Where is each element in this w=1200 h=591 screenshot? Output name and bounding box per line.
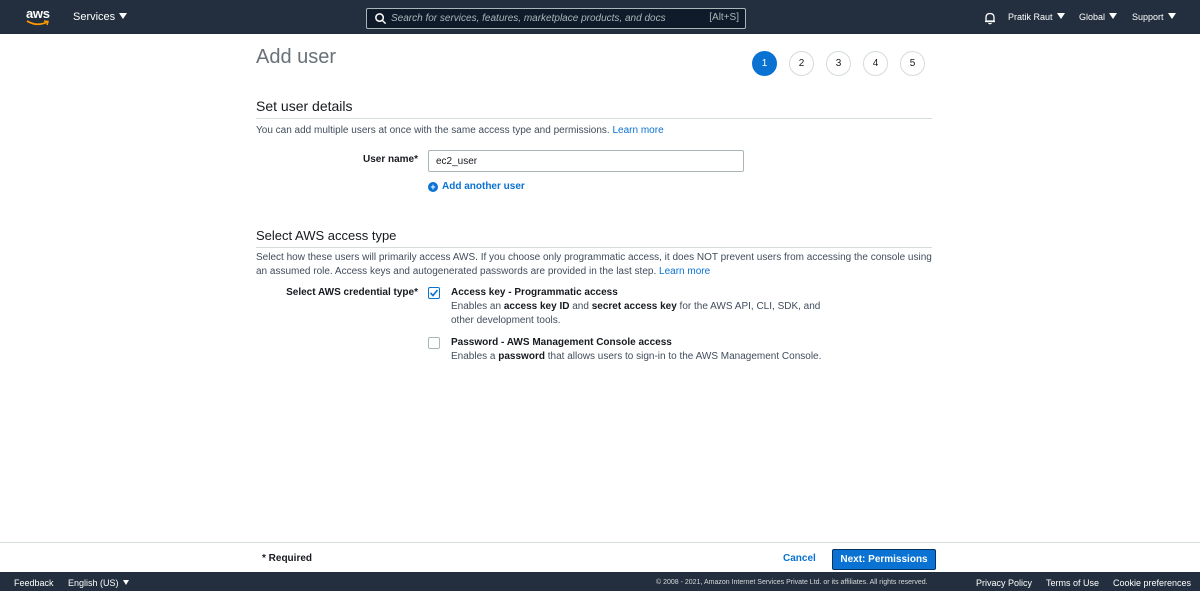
learn-more-link[interactable]: Learn more (659, 266, 710, 277)
learn-more-link[interactable]: Learn more (613, 125, 664, 136)
access-type-description-text: Select how these users will primarily ac… (256, 252, 932, 277)
aws-logo-text: aws (26, 6, 50, 21)
account-name: Pratik Raut (1008, 12, 1053, 22)
access-key-checkbox[interactable] (428, 287, 440, 299)
section-heading-user-details: Set user details (256, 98, 932, 119)
user-details-description-text: You can add multiple users at once with … (256, 125, 610, 136)
language-selector[interactable]: English (US) (68, 578, 129, 588)
chevron-down-icon (1167, 13, 1176, 19)
add-another-user-button[interactable]: + Add another user (428, 181, 525, 192)
plus-icon: + (428, 182, 438, 192)
add-another-user-label: Add another user (442, 181, 525, 192)
section-heading-access-type: Select AWS access type (256, 228, 932, 248)
privacy-policy-link[interactable]: Privacy Policy (976, 578, 1032, 588)
checkmark-icon (429, 289, 439, 297)
step-3[interactable]: 3 (826, 51, 851, 76)
step-1[interactable]: 1 (752, 51, 777, 76)
cookie-preferences-link[interactable]: Cookie preferences (1113, 578, 1191, 588)
desc-bold: password (498, 351, 545, 362)
username-input[interactable] (428, 150, 744, 172)
account-menu[interactable]: Pratik Raut (1008, 12, 1065, 22)
access-type-description: Select how these users will primarily ac… (256, 251, 932, 279)
chevron-down-icon (1109, 13, 1118, 19)
desc-text: and (569, 301, 592, 312)
page-title: Add user (256, 46, 337, 68)
desc-bold: access key ID (503, 301, 570, 312)
feedback-link[interactable]: Feedback (14, 578, 54, 588)
desc-text: Enables an (451, 301, 504, 312)
required-note: * Required (262, 553, 313, 564)
step-2[interactable]: 2 (789, 51, 814, 76)
support-label: Support (1132, 12, 1164, 22)
copyright-text: © 2008 - 2021, Amazon Internet Services … (656, 579, 928, 586)
desc-bold: secret access key (591, 301, 677, 312)
region-menu[interactable]: Global (1079, 12, 1118, 22)
desc-text: Enables a (451, 351, 499, 362)
desc-text: that allows users to sign-in to the AWS … (544, 351, 822, 362)
bell-icon[interactable] (983, 11, 997, 25)
chevron-down-icon (1056, 13, 1065, 19)
search-shortcut-hint: [Alt+S] (709, 12, 739, 23)
credential-type-label: Select AWS credential type* (286, 287, 418, 298)
user-details-description: You can add multiple users at once with … (256, 124, 664, 138)
chevron-down-icon (119, 13, 128, 19)
search-bar[interactable]: [Alt+S] (366, 8, 746, 29)
password-checkbox[interactable] (428, 337, 440, 349)
aws-smile-icon (26, 20, 49, 26)
step-4[interactable]: 4 (863, 51, 888, 76)
aws-logo[interactable]: aws (26, 7, 52, 29)
language-label: English (US) (68, 578, 119, 588)
access-key-option-description: Enables an access key ID and secret acce… (451, 300, 831, 328)
password-option-description: Enables a password that allows users to … (451, 350, 871, 364)
support-menu[interactable]: Support (1132, 12, 1176, 22)
username-label: User name* (362, 154, 418, 165)
password-option-title: Password - AWS Management Console access (451, 337, 672, 348)
step-5[interactable]: 5 (900, 51, 925, 76)
console-footer: Feedback English (US) © 2008 - 2021, Ama… (0, 572, 1200, 591)
cancel-button[interactable]: Cancel (783, 553, 816, 564)
region-label: Global (1079, 12, 1106, 22)
next-permissions-button[interactable]: Next: Permissions (832, 549, 936, 570)
action-bar: * Required Cancel Next: Permissions (0, 542, 1200, 572)
chevron-down-icon (122, 580, 129, 585)
search-icon (375, 13, 387, 25)
services-label: Services (73, 11, 116, 23)
top-navigation-bar: aws Services [Alt+S] Pratik Raut Global … (0, 0, 1200, 34)
terms-of-use-link[interactable]: Terms of Use (1046, 578, 1099, 588)
services-menu[interactable]: Services (73, 11, 128, 23)
search-input[interactable] (391, 10, 701, 27)
access-key-option-title: Access key - Programmatic access (451, 287, 618, 298)
